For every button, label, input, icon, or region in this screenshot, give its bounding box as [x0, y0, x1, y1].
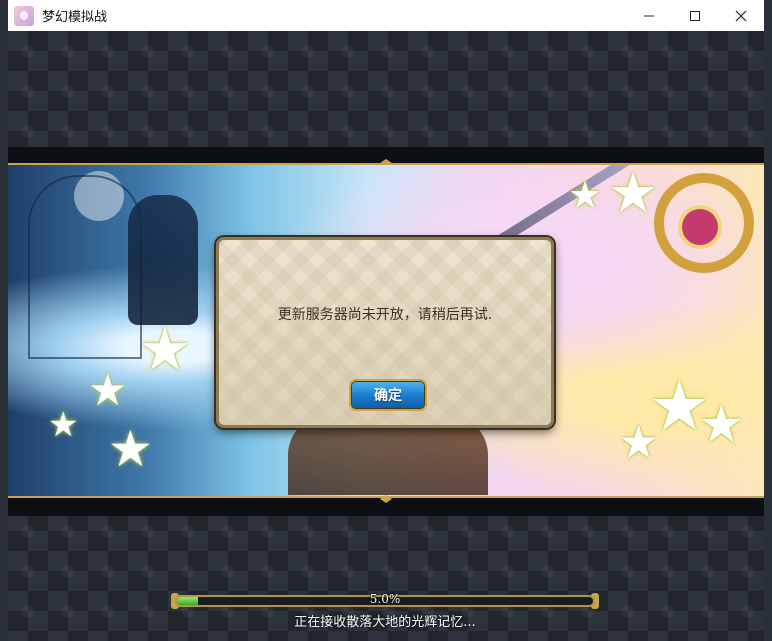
minimize-icon [644, 15, 654, 16]
app-icon [14, 5, 34, 26]
progress-percent: 5.0% [369, 592, 401, 606]
title-bar[interactable]: 梦幻模拟战 [8, 0, 764, 32]
minimize-button[interactable] [626, 0, 672, 31]
star-icon: ★ [108, 420, 153, 478]
window-title: 梦幻模拟战 [42, 10, 108, 25]
character-silhouette [128, 195, 198, 325]
jewel-ornament [678, 205, 722, 249]
star-icon: ★ [568, 173, 603, 217]
error-dialog: 更新服务器尚未开放，请稍后再试. 确定 [216, 237, 554, 428]
game-canvas[interactable]: ★ ★ ★ ★ ★ ★ ★ ★ ★ 更新服务器尚未开放，请稍后再试. 确定 5.… [8, 31, 764, 641]
close-icon [735, 10, 747, 21]
game-window: 梦幻模拟战 ★ ★ ★ ★ ★ ★ ★ ★ ★ 更新服务器尚未开放，请稍后再试.… [0, 0, 772, 641]
dialog-message: 更新服务器尚未开放，请稍后再试. [277, 307, 493, 323]
arch-shape [28, 175, 142, 359]
star-icon: ★ [608, 163, 659, 226]
loading-status-text: 正在接收散落大地的光辉记忆... [294, 615, 476, 630]
confirm-button[interactable]: 确定 [349, 379, 427, 411]
window-controls [626, 0, 764, 31]
bottom-ornament-icon [366, 495, 406, 503]
star-icon: ★ [88, 365, 128, 416]
maximize-icon [690, 10, 700, 21]
maximize-button[interactable] [672, 0, 718, 31]
star-icon: ★ [618, 415, 660, 469]
star-icon: ★ [138, 315, 192, 385]
star-icon: ★ [48, 405, 79, 445]
close-button[interactable] [718, 0, 764, 31]
star-icon: ★ [698, 395, 745, 455]
